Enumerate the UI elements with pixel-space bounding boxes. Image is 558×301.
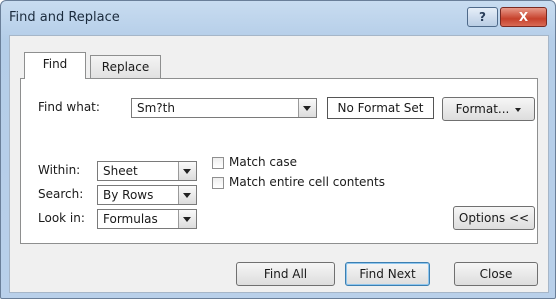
close-window-button[interactable]: X — [500, 7, 547, 27]
match-entire-checkbox[interactable] — [212, 177, 224, 189]
tab-find[interactable]: Find — [24, 52, 86, 79]
chevron-down-icon — [515, 107, 522, 112]
tab-replace[interactable]: Replace — [90, 55, 161, 79]
options-button[interactable]: Options << — [453, 206, 535, 230]
match-case-checkbox[interactable] — [212, 157, 224, 169]
close-button[interactable]: Close — [454, 262, 538, 286]
find-what-value: Sm?th — [137, 101, 175, 115]
title-bar: Find and Replace ? X — [1, 1, 555, 35]
chevron-down-icon[interactable] — [178, 162, 196, 180]
format-button-label: Format... — [455, 102, 510, 116]
search-value: By Rows — [103, 188, 154, 202]
look-in-select[interactable]: Formulas — [97, 209, 197, 229]
chevron-down-icon[interactable] — [178, 186, 196, 204]
chevron-down-icon[interactable] — [298, 99, 316, 117]
match-case-label[interactable]: Match case — [229, 155, 297, 169]
within-select[interactable]: Sheet — [97, 161, 197, 181]
format-button[interactable]: Format... — [442, 97, 535, 121]
dialog-title: Find and Replace — [9, 10, 120, 25]
look-in-value: Formulas — [103, 212, 158, 226]
within-value: Sheet — [103, 164, 138, 178]
look-in-label: Look in: — [38, 211, 85, 225]
find-replace-dialog: Find and Replace ? X Find Replace Find w… — [0, 0, 556, 299]
chevron-down-icon[interactable] — [178, 210, 196, 228]
search-label: Search: — [38, 187, 84, 201]
find-all-button[interactable]: Find All — [236, 262, 335, 286]
find-what-input[interactable]: Sm?th — [131, 98, 317, 118]
help-button[interactable]: ? — [467, 7, 498, 27]
dialog-body: Find Replace Find what: Sm?th No Format … — [9, 35, 549, 293]
find-panel: Find what: Sm?th No Format Set Format...… — [20, 78, 538, 244]
format-preview: No Format Set — [327, 97, 434, 119]
find-next-button[interactable]: Find Next — [345, 262, 430, 286]
search-select[interactable]: By Rows — [97, 185, 197, 205]
find-what-label: Find what: — [38, 100, 100, 114]
match-entire-label[interactable]: Match entire cell contents — [229, 175, 385, 189]
within-label: Within: — [38, 163, 81, 177]
